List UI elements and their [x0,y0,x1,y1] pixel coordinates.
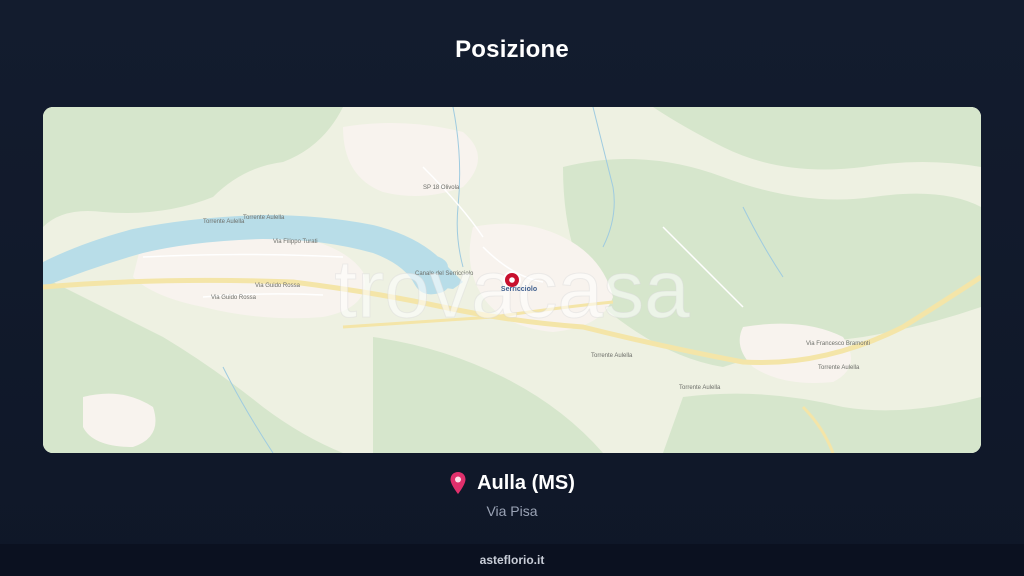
location-info: Aulla (MS) Via Pisa [0,471,1024,519]
location-city: Aulla (MS) [477,471,575,494]
label-via-francesco-bramonti: Via Francesco Bramonti [806,341,870,347]
footer-site-link[interactable]: asteflorio.it [480,553,545,567]
label-torrente-aulella-3: Torrente Aulella [591,353,633,359]
map-pin-icon [450,472,466,494]
marker-label: Serricciolo [501,286,537,293]
label-torrente-aulella-4: Torrente Aulella [679,385,721,391]
label-via-guido-rossa-1: Via Guido Rossa [211,295,257,301]
label-torrente-aulella-2: Torrente Aulella [243,215,285,221]
label-via-guido-rossa-2: Via Guido Rossa [255,283,301,289]
footer: asteflorio.it [0,544,1024,576]
location-street: Via Pisa [486,503,538,519]
page-title: Posizione [455,36,569,63]
label-sp18-olivola: SP 18 Olivola [423,185,460,191]
label-torrente-aulella-1: Torrente Aulella [203,219,245,225]
label-via-filippo-turati: Via Filippo Turati [273,239,318,245]
map-view[interactable]: Via Filippo Turati Via Guido Rossa Via G… [43,107,981,453]
label-torrente-aulella-5: Torrente Aulella [818,365,860,371]
